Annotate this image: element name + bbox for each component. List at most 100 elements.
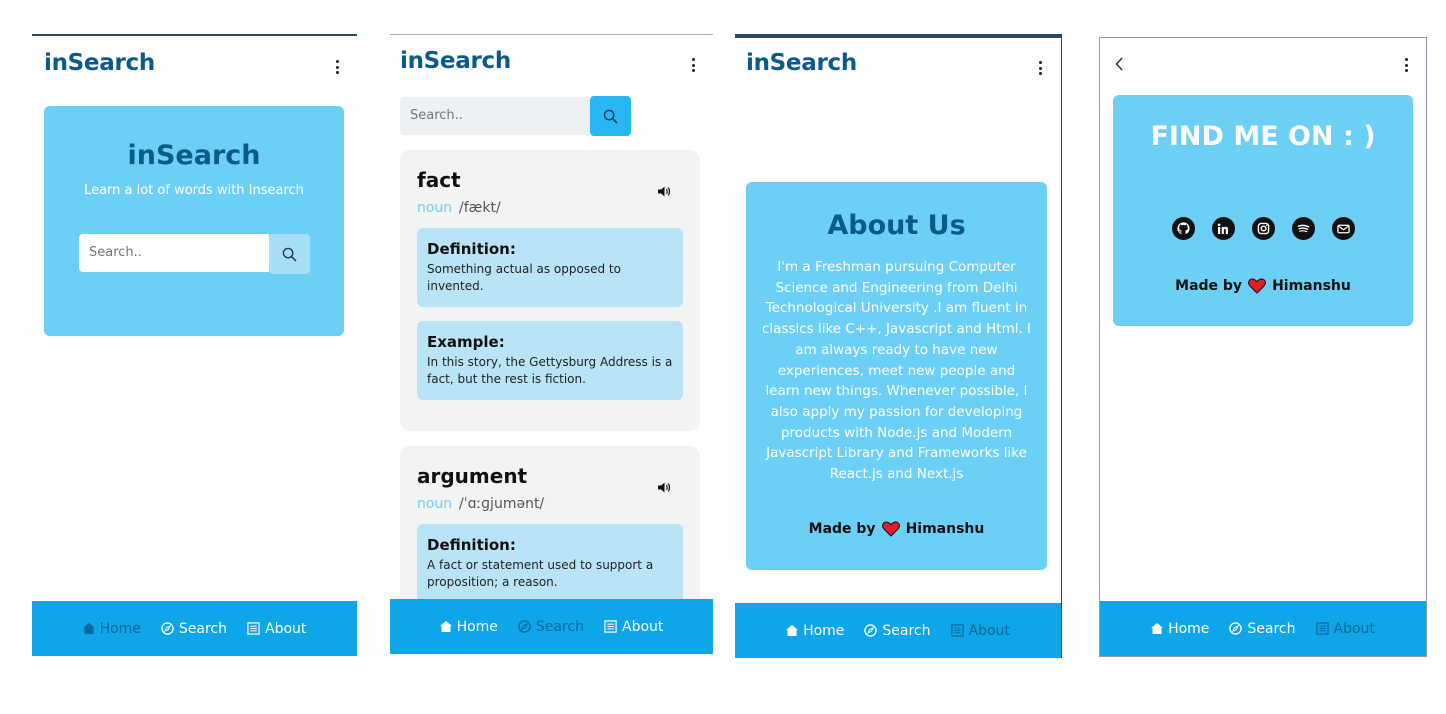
more-options-icon[interactable] [691, 58, 695, 72]
definition-text: A fact or statement used to support a pr… [427, 558, 654, 589]
back-arrow-icon[interactable] [1115, 57, 1124, 71]
nav-home-label: Home [1168, 620, 1210, 637]
home-icon [786, 625, 799, 636]
app-logo: inSearch [746, 50, 857, 76]
definition-text: Something actual as opposed to invented. [427, 262, 621, 293]
linkedin-icon[interactable] [1211, 217, 1235, 240]
made-by: Made by Himanshu [1113, 278, 1413, 294]
search-button[interactable] [269, 234, 310, 274]
home-icon [82, 623, 95, 634]
hero-subtitle: Learn a lot of words with Insearch [84, 183, 304, 198]
nav-search-label: Search [882, 622, 931, 639]
find-me-card: FIND ME ON : ) Made by Himanshu [1113, 95, 1413, 326]
word-title: argument [417, 464, 528, 488]
search-button[interactable] [590, 96, 631, 136]
nav-home-label: Home [456, 618, 498, 635]
more-options-icon[interactable] [335, 60, 339, 74]
home-icon [439, 621, 452, 632]
made-by: Made by Himanshu [746, 521, 1047, 537]
definition-box: Definition: Something actual as opposed … [417, 228, 683, 307]
about-title: About Us [827, 210, 966, 241]
hero-card: inSearch Learn a lot of words with Insea… [44, 106, 344, 336]
app-logo: inSearch [400, 48, 511, 74]
nav-search-label: Search [178, 620, 228, 637]
about-card: About Us I'm a Freshman pursuing Compute… [746, 182, 1047, 570]
search-icon [603, 109, 618, 123]
home-icon [1151, 623, 1164, 634]
word-title: fact [417, 168, 461, 192]
document-icon [604, 620, 617, 633]
more-options-icon[interactable] [1038, 61, 1042, 75]
email-icon[interactable] [1331, 217, 1355, 240]
compass-icon [864, 624, 878, 637]
part-of-speech: noun [417, 496, 453, 512]
hero-search-bar [79, 234, 310, 274]
about-body: I'm a Freshman pursuing Computer Science… [761, 259, 1032, 483]
nav-about-label: About [265, 620, 307, 637]
search-input[interactable] [79, 234, 269, 272]
search-screen: inSearch fact noun /fækt/ Definition: So… [390, 34, 713, 654]
github-icon[interactable] [1171, 217, 1195, 240]
phonetic: /ˈɑːɡjumənt/ [459, 496, 545, 512]
made-by-prefix: Made by [1175, 278, 1243, 294]
more-options-icon[interactable] [1404, 58, 1408, 72]
compass-icon [1229, 622, 1243, 635]
nav-home-label: Home [99, 620, 141, 637]
nav-search[interactable]: Search [1229, 620, 1296, 637]
nav-about-label: About [968, 622, 1010, 639]
app-logo: inSearch [44, 50, 155, 76]
word-card: fact noun /fækt/ Definition: Something a… [400, 150, 700, 431]
nav-home[interactable]: Home [439, 618, 498, 635]
nav-about[interactable]: About [604, 619, 663, 635]
nav-about-label: About [1333, 620, 1375, 637]
social-links [1113, 217, 1413, 240]
compass-icon [518, 620, 531, 633]
document-icon [1315, 622, 1329, 635]
definition-label: Definition: [427, 536, 516, 554]
compass-icon [161, 622, 174, 635]
definition-label: Definition: [427, 240, 516, 258]
nav-home[interactable]: Home [1151, 621, 1209, 637]
document-icon [247, 622, 260, 635]
instagram-icon[interactable] [1251, 217, 1275, 240]
bottom-nav: Home Search About [1100, 601, 1426, 656]
made-by-name: Himanshu [1272, 278, 1351, 294]
hero-title: inSearch [127, 140, 261, 171]
search-icon [282, 247, 297, 261]
bottom-nav: Home Search About [735, 603, 1061, 658]
document-icon [950, 624, 964, 637]
heart-icon [881, 521, 900, 537]
nav-about[interactable]: About [1315, 620, 1375, 637]
about-screen: inSearch About Us I'm a Freshman pursuin… [735, 34, 1062, 658]
nav-search[interactable]: Search [161, 621, 227, 637]
home-screen: inSearch inSearch Learn a lot of words w… [32, 34, 357, 656]
spotify-icon[interactable] [1291, 217, 1315, 240]
bottom-nav: Home Search About [390, 599, 713, 654]
example-text: In this story, the Gettysburg Address is… [427, 355, 673, 386]
speaker-icon[interactable] [658, 482, 671, 493]
search-bar [400, 96, 631, 136]
nav-home[interactable]: Home [786, 623, 844, 639]
find-me-title: FIND ME ON : ) [1150, 121, 1376, 152]
nav-about[interactable]: About [247, 621, 306, 637]
part-of-speech: noun [417, 200, 453, 216]
example-box: Example: In this story, the Gettysburg A… [417, 321, 683, 400]
made-by-prefix: Made by [808, 521, 876, 537]
contact-screen: FIND ME ON : ) Made by Himanshu Home Sea… [1099, 37, 1427, 657]
nav-search[interactable]: Search [864, 622, 931, 639]
nav-home-label: Home [803, 622, 845, 639]
nav-about-label: About [622, 618, 664, 635]
nav-search-label: Search [535, 618, 585, 635]
made-by-name: Himanshu [905, 521, 985, 537]
definition-box: Definition: A fact or statement used to … [417, 524, 683, 603]
speaker-icon[interactable] [658, 186, 671, 197]
bottom-nav: Home Search About [32, 601, 357, 656]
search-input[interactable] [400, 97, 590, 135]
nav-search-label: Search [1247, 620, 1296, 637]
example-label: Example: [427, 333, 505, 351]
heart-icon [1248, 278, 1267, 294]
phonetic: /fækt/ [459, 200, 501, 216]
nav-home[interactable]: Home [82, 620, 141, 637]
nav-search[interactable]: Search [518, 619, 584, 635]
nav-about[interactable]: About [950, 622, 1010, 639]
